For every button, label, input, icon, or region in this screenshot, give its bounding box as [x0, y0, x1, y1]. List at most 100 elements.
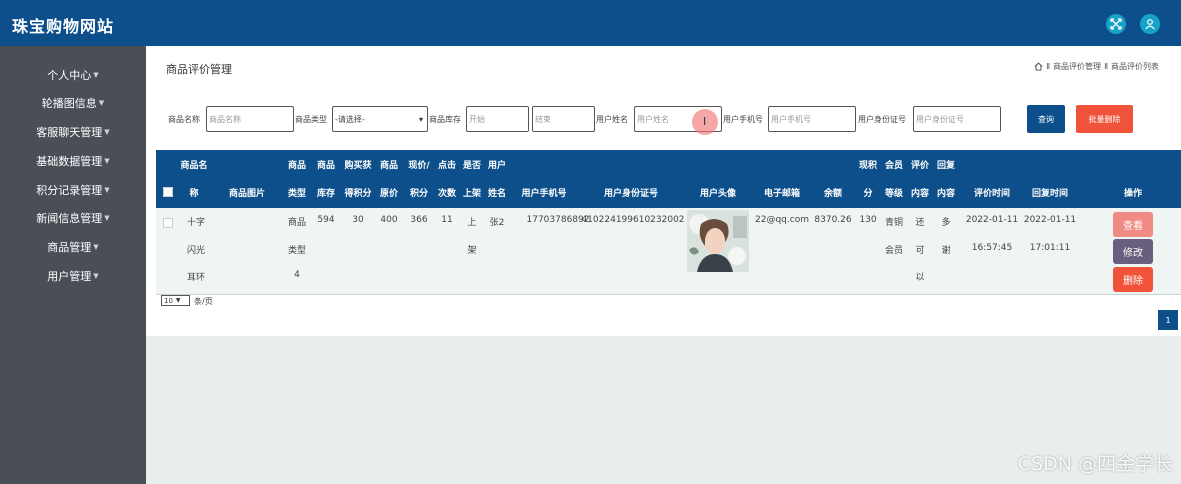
select-all-checkbox[interactable] [163, 187, 173, 197]
header-review-content: 评价 [910, 161, 930, 171]
edit-button[interactable]: 修改 [1113, 239, 1153, 264]
cell-user-id: 410224199610232002 [581, 215, 685, 225]
user-avatar [687, 210, 749, 272]
chevron-down-icon: ▾ [418, 114, 423, 124]
cell-earned-points: 30 [352, 215, 364, 225]
delete-button[interactable]: 删除 [1113, 267, 1153, 292]
caret-down-icon: ▼ [104, 156, 110, 165]
product-type-select[interactable]: -请选择- ▾ [332, 106, 428, 132]
cell-member-level: 青铜 [884, 218, 904, 228]
cell-user-name: 张2 [489, 218, 505, 228]
product-type-value: -请选择- [335, 114, 365, 124]
header-current-price: 现价/ [408, 161, 430, 171]
page-number-button[interactable]: 1 [1158, 310, 1178, 330]
sidebar-item-products[interactable]: 商品管理 ▼ [0, 232, 146, 261]
caret-down-icon: ▼ [93, 271, 99, 280]
header-user-phone: 用户手机号 [521, 189, 567, 199]
header-stock: 商品 [316, 161, 336, 171]
header-clicks: 点击 [437, 161, 457, 171]
cell-clicks: 11 [441, 215, 453, 225]
cell-product-name: 十字 [186, 218, 206, 228]
stock-end-input[interactable] [532, 106, 595, 132]
sidebar-item-points[interactable]: 积分记录管理 ▼ [0, 175, 146, 204]
cell-original-price: 400 [380, 215, 398, 225]
header-on-shelf: 是否 [462, 161, 482, 171]
app-title: 珠宝购物网站 [12, 17, 115, 36]
cell-review-time: 2022-01-11 [965, 215, 1019, 225]
cell-product-name: 闪光 [186, 246, 206, 256]
header-clicks: 次数 [437, 189, 457, 199]
caret-down-icon: ▼ [104, 213, 110, 222]
sidebar-item-label: 客服聊天管理 [36, 125, 103, 139]
user-id-input[interactable] [913, 106, 1001, 132]
cell-current-price: 366 [410, 215, 428, 225]
cell-review-time: 16:57:45 [971, 243, 1013, 253]
breadcrumb-item: 商品评价列表 [1111, 62, 1159, 71]
caret-down-icon: ▼ [93, 70, 99, 79]
header-on-shelf: 上架 [462, 189, 482, 199]
user-name-label: 用户姓名 [596, 115, 628, 124]
stock-start-input[interactable] [466, 106, 529, 132]
header-product-type: 类型 [287, 189, 307, 199]
sidebar-item-news[interactable]: 新闻信息管理 ▼ [0, 203, 146, 232]
sidebar-item-personal-center[interactable]: 个人中心 ▼ [0, 60, 146, 89]
header-original-price: 原价 [379, 189, 399, 199]
sidebar-item-chat[interactable]: 客服聊天管理 ▼ [0, 117, 146, 146]
caret-down-icon: ▼ [98, 98, 105, 107]
header-user-name: 姓名 [487, 189, 507, 199]
batch-delete-button[interactable]: 批量删除 [1076, 105, 1133, 133]
user-icon[interactable] [1140, 14, 1160, 34]
query-button[interactable]: 查询 [1027, 105, 1065, 133]
sidebar-item-base-data[interactable]: 基础数据管理 ▼ [0, 146, 146, 175]
sidebar-item-label: 用户管理 [47, 269, 92, 283]
sidebar-item-users[interactable]: 用户管理 ▼ [0, 261, 146, 290]
user-phone-label: 用户手机号 [723, 115, 763, 124]
header-user-name: 用户 [487, 161, 507, 171]
home-icon[interactable] [1034, 62, 1043, 71]
cell-current-points: 130 [859, 215, 877, 225]
cell-product-type: 类型 [287, 246, 307, 256]
cell-balance: 8370.26 [814, 215, 852, 225]
table-row: 十字 闪光 耳环 商品 类型 4 594 30 400 366 11 上 架 张… [156, 208, 1181, 295]
header-current-points: 分 [863, 189, 873, 199]
view-button[interactable]: 查看 [1113, 212, 1153, 237]
product-name-input[interactable] [206, 106, 294, 132]
top-bar: 珠宝购物网站 [0, 0, 1181, 46]
header-email: 电子邮箱 [763, 189, 801, 199]
user-phone-input[interactable] [768, 106, 856, 132]
header-reply-time: 回复时间 [1031, 189, 1069, 199]
cell-reply-content: 多 [941, 218, 951, 228]
fullscreen-icon[interactable] [1106, 14, 1126, 34]
header-member-level: 会员 [884, 161, 904, 171]
cell-reply-time: 2022-01-11 [1023, 215, 1077, 225]
sidebar-item-carousel[interactable]: 轮播图信息 ▼ [0, 88, 146, 117]
caret-down-icon: ▼ [104, 185, 110, 194]
cell-on-shelf: 上 [467, 218, 477, 228]
cell-stock: 594 [317, 215, 335, 225]
header-review-time: 评价时间 [973, 189, 1011, 199]
header-balance: 余额 [823, 189, 843, 199]
product-type-label: 商品类型 [295, 115, 327, 124]
sidebar-item-label: 商品管理 [47, 240, 92, 254]
page-size-label: 条/页 [194, 297, 213, 306]
header-review-content: 内容 [910, 189, 930, 199]
cell-product-type: 商品 [287, 218, 307, 228]
breadcrumb-item[interactable]: 商品评价管理 [1053, 61, 1101, 72]
cell-reply-content: 谢 [941, 246, 951, 256]
row-checkbox[interactable] [163, 218, 173, 228]
page-size-select[interactable]: 10 ▼ [161, 295, 190, 306]
header-product-image: 商品图片 [228, 189, 266, 199]
page-title: 商品评价管理 [166, 63, 232, 76]
sidebar-item-label: 积分记录管理 [36, 183, 103, 197]
table-header: 商品名 称 商品图片 商品 类型 商品 库存 购买获 得积分 商品 原价 现价/… [156, 150, 1181, 208]
header-original-price: 商品 [379, 161, 399, 171]
header-earned-points: 购买获 [344, 161, 372, 171]
text-cursor-icon: I [703, 115, 707, 128]
header-current-points: 现积 [858, 161, 878, 171]
cell-reply-time: 17:01:11 [1029, 243, 1071, 253]
cell-user-phone: 17703786892 [526, 215, 590, 225]
cell-review-content: 可 [915, 246, 925, 256]
header-reply-content: 内容 [936, 189, 956, 199]
watermark: CSDN @四金学长 [1017, 453, 1173, 475]
breadcrumb: Ⅱ 商品评价管理 Ⅱ 商品评价列表 [1034, 61, 1159, 72]
